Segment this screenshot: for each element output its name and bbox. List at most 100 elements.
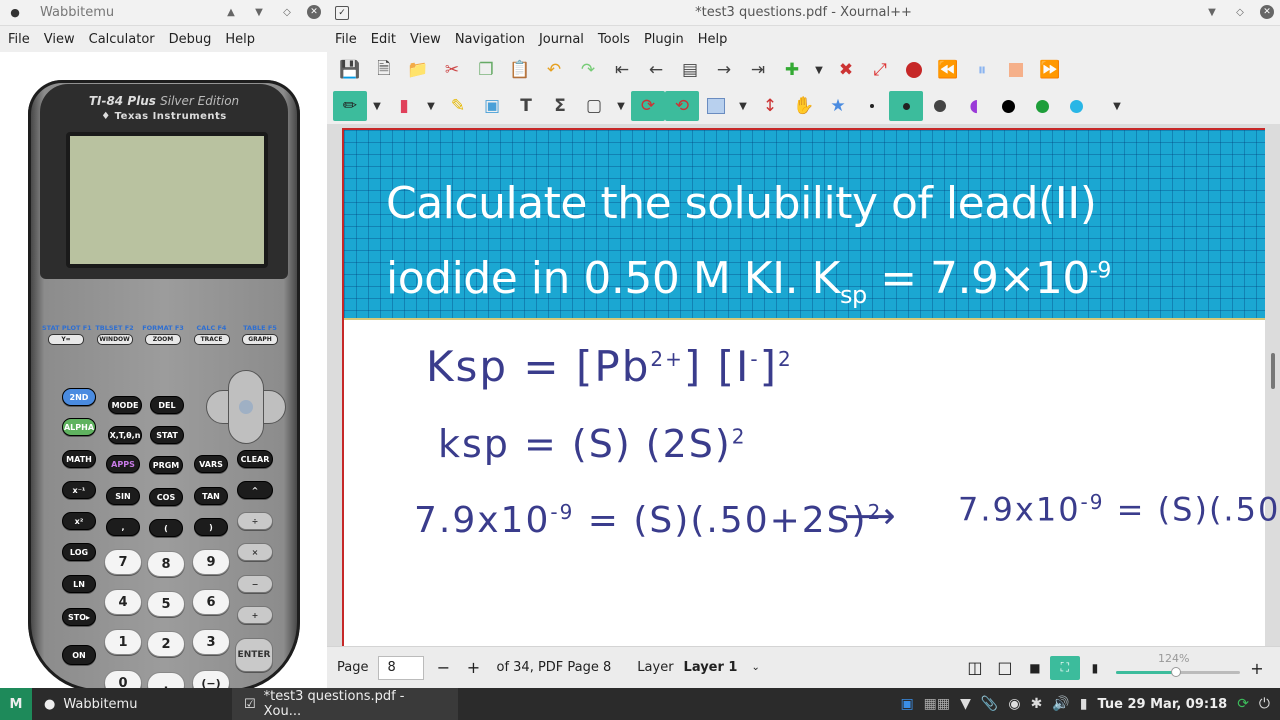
key-graph[interactable]: GRAPH [242, 334, 278, 345]
key-inverse[interactable]: x⁻¹ [62, 481, 96, 499]
chevron-down-icon[interactable]: ▼ [367, 91, 387, 121]
key-3[interactable]: 3 [192, 629, 230, 655]
maximize-icon[interactable]: ◇ [1232, 4, 1248, 20]
menu-journal[interactable]: Journal [539, 32, 584, 47]
vertical-space-icon[interactable]: ↕ [753, 91, 787, 121]
cut-icon[interactable]: ✂ [435, 55, 469, 85]
ruler-icon[interactable]: ⟳ [631, 91, 665, 121]
minimize-icon[interactable]: ▼ [251, 4, 267, 20]
key-mode[interactable]: MODE [108, 396, 142, 414]
snap-icon[interactable]: ⟲ [665, 91, 699, 121]
key-clear[interactable]: CLEAR [237, 450, 273, 468]
first-page-icon[interactable]: ⇤ [605, 55, 639, 85]
key-math[interactable]: MATH [62, 450, 96, 468]
calculator-screen[interactable] [66, 132, 268, 268]
color-green-icon[interactable] [1025, 91, 1059, 121]
rewind-icon[interactable]: ⏪ [931, 55, 965, 85]
start-menu-icon[interactable]: M [0, 688, 32, 720]
page-decrement-button[interactable]: − [428, 656, 458, 680]
taskbar-task-xournal[interactable]: ☑ *test3 questions.pdf - Xou... [232, 688, 458, 720]
keep-above-icon[interactable]: ▲ [223, 4, 239, 20]
menu-help[interactable]: Help [698, 32, 728, 47]
key-y-equals[interactable]: Y= [48, 334, 84, 345]
vertical-scrollbar[interactable] [1271, 248, 1277, 389]
zoom-fit-icon[interactable]: ⛶ [1049, 655, 1080, 680]
page-increment-button[interactable]: + [458, 656, 488, 680]
update-icon[interactable]: ⟳ [1237, 696, 1249, 712]
fullscreen-icon[interactable]: ⤢ [863, 55, 897, 85]
new-page-icon[interactable]: ✚ [775, 55, 809, 85]
pause-icon[interactable]: ⏸ [965, 55, 999, 85]
copy-icon[interactable]: ❐ [469, 55, 503, 85]
zoom-100-icon[interactable]: ■ [1020, 656, 1050, 680]
select-rect-icon[interactable] [699, 91, 733, 121]
wabbitemu-titlebar[interactable]: ● Wabbitemu ▲ ▼ ◇ ✕ [0, 0, 327, 26]
key-comma[interactable]: , [106, 518, 140, 536]
chevron-down-icon[interactable]: ▼ [733, 91, 753, 121]
key-8[interactable]: 8 [147, 551, 185, 577]
key-sin[interactable]: SIN [106, 487, 140, 505]
pdf-page[interactable]: Calculate the solubility of lead(II) iod… [342, 128, 1278, 646]
menu-calculator[interactable]: Calculator [89, 32, 155, 47]
pen-size-fine-icon[interactable] [855, 91, 889, 121]
key-sto[interactable]: STO▸ [62, 608, 96, 626]
page-number-input[interactable]: 8 [378, 655, 425, 680]
zoom-out-icon[interactable]: ▮ [1080, 656, 1110, 680]
open-icon[interactable]: 📁 [401, 55, 435, 85]
chevron-down-icon[interactable]: ⌄ [751, 662, 759, 673]
menu-file[interactable]: File [335, 32, 357, 47]
menu-view[interactable]: View [44, 32, 75, 47]
key-stat[interactable]: STAT [150, 426, 184, 444]
record-icon[interactable] [897, 55, 931, 85]
color-cyan-icon[interactable] [1059, 91, 1093, 121]
shape-icon[interactable]: ▢ [577, 91, 611, 121]
eraser-icon[interactable]: ▮ [387, 91, 421, 121]
menu-file[interactable]: File [8, 32, 30, 47]
two-pages-icon[interactable]: ◫ [960, 656, 990, 680]
key-multiply[interactable]: × [237, 543, 273, 561]
pen-icon[interactable]: ✏ [333, 91, 367, 121]
menu-view[interactable]: View [410, 32, 441, 47]
xournal-titlebar[interactable]: ✓ *test3 questions.pdf - Xournal++ ▼ ◇ ✕ [327, 0, 1280, 26]
presentation-icon[interactable]: □ [990, 656, 1020, 680]
formula-icon[interactable]: Σ [543, 91, 577, 121]
key-prgm[interactable]: PRGM [149, 456, 183, 474]
undo-icon[interactable]: ↶ [537, 55, 571, 85]
key-cos[interactable]: COS [149, 488, 183, 506]
clock[interactable]: Tue 29 Mar, 09:18 [1097, 697, 1227, 712]
color-picker-icon[interactable]: ◖ [957, 91, 991, 121]
zoom-slider[interactable]: 124% [1116, 652, 1240, 677]
document-canvas[interactable]: Calculate the solubility of lead(II) iod… [327, 124, 1280, 646]
delete-page-icon[interactable]: ✖ [829, 55, 863, 85]
setsquare-icon[interactable]: ★ [821, 91, 855, 121]
key-6[interactable]: 6 [192, 589, 230, 615]
next-page-icon[interactable]: → [707, 55, 741, 85]
paste-icon[interactable]: 📋 [503, 55, 537, 85]
key-1[interactable]: 1 [104, 629, 142, 655]
attachment-icon[interactable]: 📎 [981, 696, 998, 712]
key-7[interactable]: 7 [104, 549, 142, 575]
key-subtract[interactable]: − [237, 575, 273, 593]
key-0[interactable]: 0 [104, 670, 142, 688]
key-xtheta[interactable]: X,T,θ,n [108, 426, 142, 444]
volume-icon[interactable]: 🔊 [1052, 696, 1069, 712]
key-window[interactable]: WINDOW [96, 334, 133, 345]
wifi-icon[interactable]: ▼ [960, 696, 971, 712]
last-page-icon[interactable]: ⇥ [741, 55, 775, 85]
key-5[interactable]: 5 [147, 591, 185, 617]
key-trace[interactable]: TRACE [193, 334, 230, 345]
goto-page-icon[interactable]: ▤ [673, 55, 707, 85]
save-icon[interactable]: 💾 [333, 55, 367, 85]
key-del[interactable]: DEL [150, 396, 184, 414]
key-decimal[interactable]: . [147, 672, 185, 688]
key-log[interactable]: LOG [62, 543, 96, 561]
prev-page-icon[interactable]: ← [639, 55, 673, 85]
key-vars[interactable]: VARS [194, 455, 228, 473]
menu-navigation[interactable]: Navigation [455, 32, 525, 47]
key-ln[interactable]: LN [62, 575, 96, 593]
key-alpha[interactable]: ALPHA [62, 418, 96, 436]
minimize-icon[interactable]: ▼ [1204, 4, 1220, 20]
image-icon[interactable]: ▣ [475, 91, 509, 121]
chevron-down-icon[interactable]: ▼ [1107, 91, 1127, 121]
text-icon[interactable]: T [509, 91, 543, 121]
